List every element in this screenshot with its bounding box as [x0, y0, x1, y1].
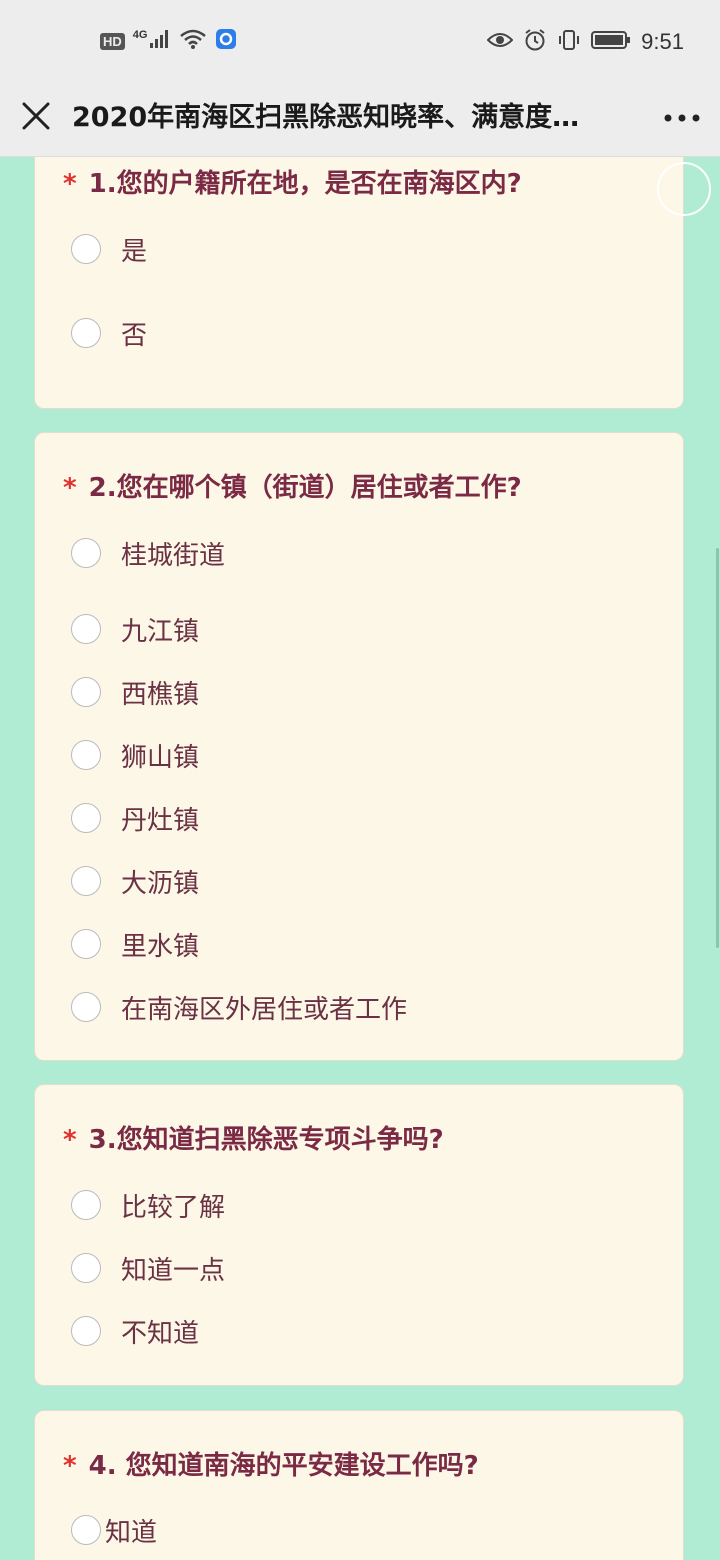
option-label: 知道 [105, 1517, 158, 1548]
option-item[interactable]: 桂城街道 [71, 535, 225, 571]
option-item[interactable]: 西樵镇 [71, 674, 199, 710]
status-time: 9:51 [641, 29, 684, 54]
question-card-3: * 3.您知道扫黑除恶专项斗争吗? 比较了解 知道一点 不知道 [34, 1084, 684, 1386]
option-label: 是 [121, 236, 148, 267]
radio-button[interactable] [71, 803, 101, 833]
alarm-icon [523, 28, 547, 56]
option-item[interactable]: 是 [71, 231, 147, 267]
app-notification-icon [215, 28, 237, 54]
page-title: 2020年南海区扫黑除恶知晓率、满意度… [72, 102, 580, 133]
radio-button[interactable] [71, 740, 101, 770]
option-label: 否 [121, 320, 148, 351]
question-title: * 1.您的户籍所在地，是否在南海区内? [63, 166, 522, 202]
option-label: 丹灶镇 [121, 805, 200, 836]
option-item[interactable]: 九江镇 [71, 611, 199, 647]
option-item[interactable]: 狮山镇 [71, 737, 199, 773]
required-mark: * [63, 473, 77, 503]
option-item[interactable]: 里水镇 [71, 926, 199, 962]
status-right: 9:51 [486, 28, 684, 56]
question-text: 2.您在哪个镇（街道）居住或者工作? [88, 473, 522, 503]
option-label: 里水镇 [121, 931, 200, 962]
battery-icon [591, 30, 631, 54]
option-item[interactable]: 知道一点 [71, 1250, 225, 1286]
radio-button[interactable] [71, 929, 101, 959]
more-icon[interactable] [662, 106, 702, 130]
option-label: 大沥镇 [121, 868, 200, 899]
question-title: * 3.您知道扫黑除恶专项斗争吗? [63, 1122, 444, 1158]
hd-badge: HD [100, 32, 125, 50]
question-card-4: * 4. 您知道南海的平安建设工作吗? 知道 [34, 1410, 684, 1560]
question-card-2: * 2.您在哪个镇（街道）居住或者工作? 桂城街道 九江镇 西樵镇 狮山镇 丹灶镇… [34, 432, 684, 1061]
radio-button[interactable] [71, 1253, 101, 1283]
option-label: 知道一点 [121, 1255, 226, 1286]
option-label: 不知道 [121, 1318, 200, 1349]
status-left: HD 4G [100, 28, 237, 54]
option-label: 比较了解 [121, 1192, 226, 1223]
radio-button[interactable] [71, 1515, 101, 1545]
radio-button[interactable] [71, 992, 101, 1022]
radio-button[interactable] [71, 866, 101, 896]
question-title: * 2.您在哪个镇（街道）居住或者工作? [63, 470, 522, 506]
option-item[interactable]: 大沥镇 [71, 863, 199, 899]
required-mark: * [63, 169, 77, 199]
option-label: 狮山镇 [121, 742, 200, 773]
vibrate-icon [557, 28, 581, 56]
question-title: * 4. 您知道南海的平安建设工作吗? [63, 1448, 479, 1484]
option-item[interactable]: 否 [71, 315, 147, 351]
question-text: 1.您的户籍所在地，是否在南海区内? [88, 169, 522, 199]
option-item[interactable]: 比较了解 [71, 1187, 225, 1223]
radio-button[interactable] [71, 538, 101, 568]
question-text: 4. 您知道南海的平安建设工作吗? [88, 1451, 479, 1481]
wifi-icon [179, 28, 207, 54]
radio-button[interactable] [71, 614, 101, 644]
radio-button[interactable] [71, 318, 101, 348]
option-label: 西樵镇 [121, 679, 200, 710]
option-label: 桂城街道 [121, 540, 226, 571]
question-text: 3.您知道扫黑除恶专项斗争吗? [88, 1125, 444, 1155]
required-mark: * [63, 1125, 77, 1155]
radio-button[interactable] [71, 1190, 101, 1220]
option-item[interactable]: 在南海区外居住或者工作 [71, 989, 407, 1025]
survey-content[interactable]: * 1.您的户籍所在地，是否在南海区内? 是 否 * 2.您在哪个镇（街道）居住或者… [0, 157, 720, 1560]
required-mark: * [63, 1451, 77, 1481]
radio-button[interactable] [71, 234, 101, 264]
status-bar: HD 4G 9:51 [0, 0, 720, 80]
radio-button[interactable] [71, 677, 101, 707]
eye-icon [486, 30, 514, 54]
network-type: 4G [132, 29, 148, 41]
floating-music-button[interactable] [657, 162, 711, 216]
nav-bar: 2020年南海区扫黑除恶知晓率、满意度… [0, 80, 720, 157]
option-item[interactable]: 知道 [71, 1512, 157, 1548]
close-icon[interactable] [18, 98, 54, 134]
scrollbar[interactable] [716, 548, 719, 948]
option-label: 在南海区外居住或者工作 [121, 994, 408, 1025]
radio-button[interactable] [71, 1316, 101, 1346]
question-card-1: * 1.您的户籍所在地，是否在南海区内? 是 否 [34, 157, 684, 409]
option-item[interactable]: 不知道 [71, 1313, 199, 1349]
signal-icon [149, 29, 171, 53]
option-label: 九江镇 [121, 616, 200, 647]
option-item[interactable]: 丹灶镇 [71, 800, 199, 836]
